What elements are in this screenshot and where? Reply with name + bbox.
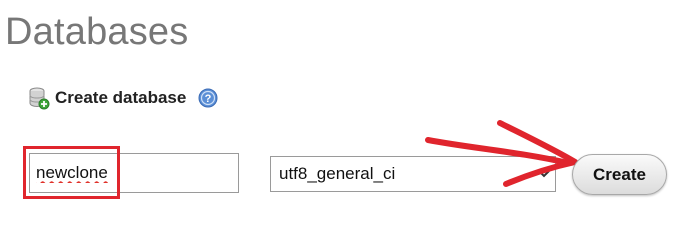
section-title: Create database	[55, 88, 187, 107]
collation-select[interactable]: utf8_general_ci	[270, 156, 556, 192]
chevron-down-icon	[537, 166, 551, 182]
create-button[interactable]: Create	[572, 154, 667, 195]
help-icon[interactable]: ?	[198, 88, 218, 108]
database-add-icon	[28, 86, 50, 110]
collation-value: utf8_general_ci	[279, 164, 396, 183]
page-title: Databases	[5, 11, 189, 53]
create-database-header: Create database ?	[28, 84, 218, 112]
svg-text:?: ?	[205, 93, 212, 105]
database-name-input[interactable]	[29, 153, 239, 193]
